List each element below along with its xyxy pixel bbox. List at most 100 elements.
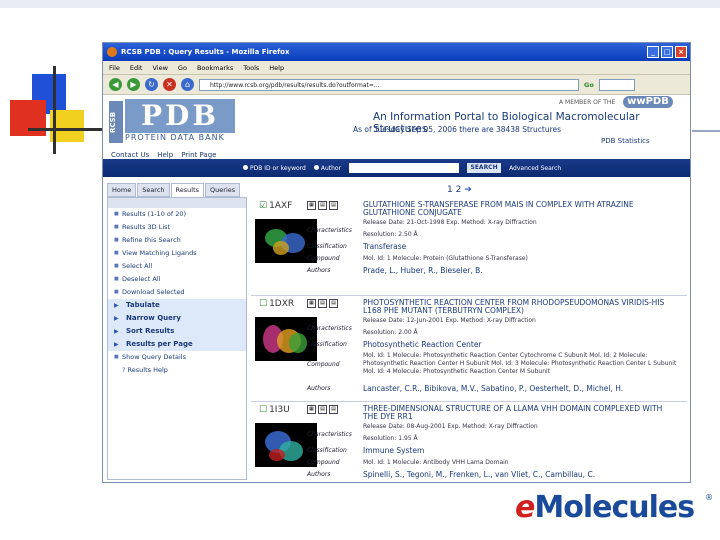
menu-go[interactable]: Go: [178, 64, 187, 72]
url-input[interactable]: http://www.rcsb.org/pdb/results/results.…: [199, 78, 579, 91]
menu-bar: File Edit View Go Bookmarks Tools Help: [103, 61, 690, 75]
contact-link[interactable]: Contact Us: [111, 151, 149, 159]
minimize-button[interactable]: _: [647, 46, 659, 58]
result-id[interactable]: ☑ 1AXF: [259, 201, 292, 211]
tree-results[interactable]: Results (1-10 of 20): [108, 208, 246, 221]
result-id[interactable]: ☐ 1DXR: [259, 299, 294, 309]
tree-results-help[interactable]: ? Results Help: [108, 364, 246, 377]
classification-label: Classification: [307, 447, 347, 454]
menu-file[interactable]: File: [109, 64, 120, 72]
menu-edit[interactable]: Edit: [130, 64, 143, 72]
print-link[interactable]: Print Page: [181, 151, 216, 159]
stop-icon[interactable]: ✕: [163, 78, 176, 91]
advanced-search-link[interactable]: Advanced Search: [509, 165, 561, 172]
release-info: Release Date: 08-Aug-2001 Exp. Method: X…: [363, 423, 538, 430]
section-tabulate[interactable]: Tabulate: [108, 299, 246, 312]
result-title[interactable]: THREE-DIMENSIONAL STRUCTURE OF A LLAMA V…: [363, 405, 673, 421]
pdb-logo-subtitle: PROTEIN DATA BANK: [125, 133, 225, 142]
result-title[interactable]: PHOTOSYNTHETIC REACTION CENTER FROM RHOD…: [363, 299, 673, 315]
classification-label: Classification: [307, 341, 347, 348]
search-input[interactable]: [349, 163, 460, 173]
left-panel: Home Search Results Queries Results (1-1…: [107, 183, 247, 482]
tree-refine[interactable]: Refine this Search: [108, 234, 246, 247]
results-tree: Results (1-10 of 20) Results 3D List Ref…: [107, 197, 247, 480]
authors-label: Authors: [307, 267, 331, 274]
reload-icon[interactable]: ↻: [145, 78, 158, 91]
firefox-icon: [107, 47, 117, 57]
tab-search[interactable]: Search: [137, 183, 170, 197]
menu-tools[interactable]: Tools: [243, 64, 259, 72]
home-icon[interactable]: ⌂: [181, 78, 194, 91]
menu-help[interactable]: Help: [269, 64, 284, 72]
document-icon[interactable]: ▤: [329, 405, 338, 414]
checkbox-icon[interactable]: ☑: [259, 201, 267, 211]
characteristics-label: Characteristics: [307, 325, 352, 332]
section-sort-results[interactable]: Sort Results: [108, 325, 246, 338]
download-file-icon[interactable]: ▤: [318, 201, 327, 210]
forward-icon[interactable]: ▶: [127, 78, 140, 91]
tab-home[interactable]: Home: [107, 183, 137, 197]
radio-author[interactable]: Author: [313, 164, 341, 172]
classification-label: Classification: [307, 243, 347, 250]
menu-view[interactable]: View: [152, 64, 167, 72]
search-button[interactable]: SEARCH: [467, 163, 502, 173]
tree-results-3d[interactable]: Results 3D List: [108, 221, 246, 234]
help-link[interactable]: Help: [157, 151, 173, 159]
rcsb-logo: RCSB: [109, 101, 123, 143]
header-links: Contact Us Help Print Page: [111, 151, 216, 159]
resolution-info: Resolution: 2.00 Å: [363, 329, 418, 336]
authors-value[interactable]: Lancaster, C.R., Bibikova, M.V., Sabatin…: [363, 384, 623, 393]
pdb-statistics-link[interactable]: PDB Statistics: [601, 137, 650, 145]
authors-value[interactable]: Spinelli, S., Tegoni, M., Frenken, L., v…: [363, 470, 595, 479]
view-structure-icon[interactable]: ▦: [307, 405, 316, 414]
document-icon[interactable]: ▤: [329, 201, 338, 210]
compound-label: Compound: [307, 459, 340, 466]
section-results-per-page[interactable]: Results per Page: [108, 338, 246, 351]
radio-pdb-id[interactable]: PDB ID or keyword: [243, 164, 306, 172]
authors-value[interactable]: Prade, L., Huber, R., Bieseler, B.: [363, 266, 483, 275]
member-of-label: A MEMBER OF THE: [559, 99, 616, 106]
classification-value: Transferase: [363, 242, 407, 251]
result-title[interactable]: GLUTATHIONE S-TRANSFERASE FROM MAIS IN C…: [363, 201, 673, 217]
maximize-button[interactable]: □: [661, 46, 673, 58]
structure-thumbnail[interactable]: [255, 317, 317, 361]
resolution-info: Resolution: 1.95 Å: [363, 435, 418, 442]
download-file-icon[interactable]: ▤: [318, 405, 327, 414]
result-item: ☐ 1I3U ▦ ▤ ▤ THREE-DIMENSIONAL STRUCTURE …: [251, 405, 687, 482]
result-divider: [251, 401, 687, 402]
release-info: Release Date: 12-Jun-2001 Exp. Method: X…: [363, 317, 536, 324]
date-line: As of Tuesday Sep 05, 2006 there are 384…: [353, 125, 562, 134]
tree-ligands[interactable]: View Matching Ligands: [108, 247, 246, 260]
view-structure-icon[interactable]: ▦: [307, 299, 316, 308]
back-icon[interactable]: ◀: [109, 78, 122, 91]
checkbox-icon[interactable]: ☐: [259, 299, 267, 309]
go-button[interactable]: Go: [584, 81, 594, 89]
tree-select-all[interactable]: Select All: [108, 260, 246, 273]
right-rule: [692, 130, 720, 132]
pdb-logo[interactable]: PDB: [125, 99, 235, 133]
section-narrow-query[interactable]: Narrow Query: [108, 312, 246, 325]
wwpdb-logo[interactable]: wwPDB: [623, 96, 673, 108]
menu-bookmarks[interactable]: Bookmarks: [197, 64, 233, 72]
tree-download[interactable]: Download Selected: [108, 286, 246, 299]
browser-search-input[interactable]: [598, 78, 635, 91]
characteristics-label: Characteristics: [307, 227, 352, 234]
result-id[interactable]: ☐ 1I3U: [259, 405, 290, 415]
view-structure-icon[interactable]: ▦: [307, 201, 316, 210]
classification-value: Immune System: [363, 446, 425, 455]
next-page-icon[interactable]: ➔: [464, 185, 472, 195]
tab-queries[interactable]: Queries: [205, 183, 241, 197]
close-button[interactable]: ×: [675, 46, 687, 58]
result-icons: ▦ ▤ ▤: [307, 405, 338, 414]
tree-deselect-all[interactable]: Deselect All: [108, 273, 246, 286]
pager[interactable]: 1 2 ➔: [447, 185, 472, 195]
search-bar: PDB ID or keyword Author SEARCH Advanced…: [103, 159, 690, 177]
compound-value: Mol. Id: 1 Molecule: Photosynthetic Reac…: [363, 352, 677, 375]
download-file-icon[interactable]: ▤: [318, 299, 327, 308]
left-tabs: Home Search Results Queries: [107, 183, 247, 197]
horizontal-line: [28, 128, 108, 131]
tab-results[interactable]: Results: [170, 183, 205, 197]
document-icon[interactable]: ▤: [329, 299, 338, 308]
checkbox-icon[interactable]: ☐: [259, 405, 267, 415]
tree-show-query[interactable]: Show Query Details: [108, 351, 246, 364]
